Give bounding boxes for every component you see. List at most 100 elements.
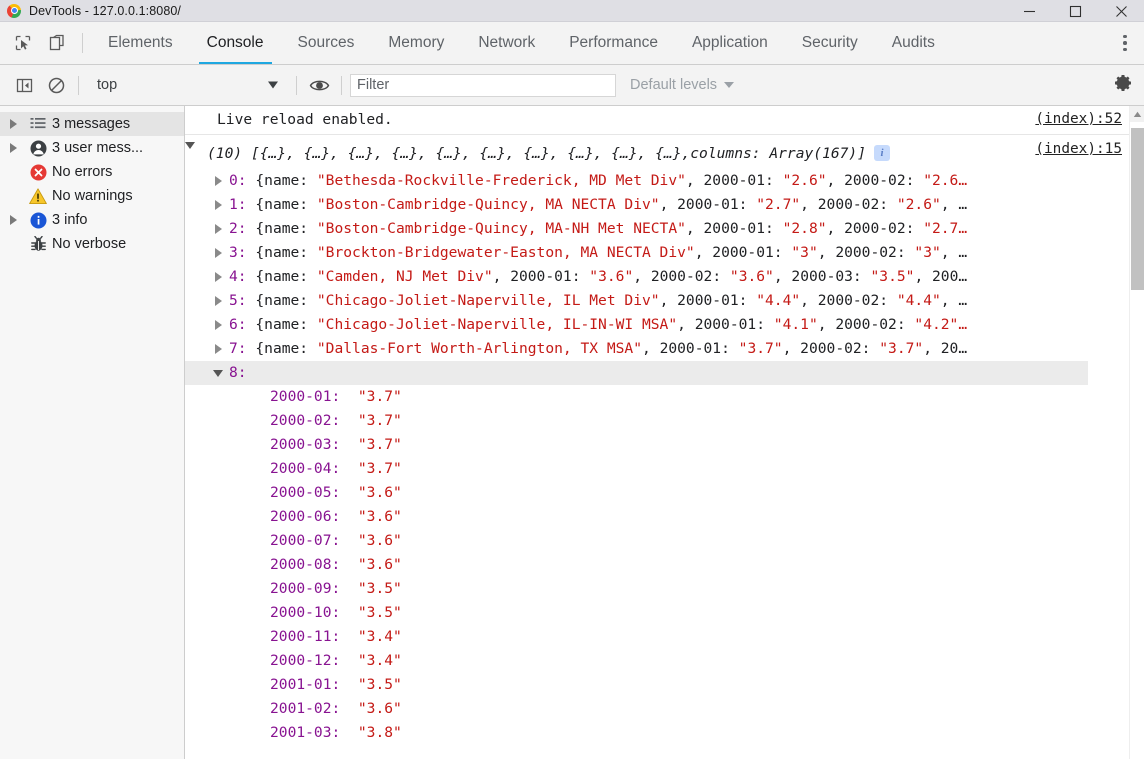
item-pair-key: 2000-02: [817,292,889,309]
object-property-row[interactable]: 2000-06: "3.6" [185,505,1144,529]
execution-context-select[interactable]: top [85,65,290,106]
property-key: 2000-10: [270,604,341,621]
chevron-down-icon [268,81,278,89]
triangle-down-icon[interactable] [207,361,229,385]
source-link[interactable]: (index):52 [1035,111,1144,127]
console-array-message-row[interactable]: (10) [{…}, {…}, {…}, {…}, {…}, {…}, {…},… [185,135,1144,745]
clear-console-icon[interactable] [40,65,72,106]
settings-button[interactable] [1112,72,1134,99]
scrollbar-thumb[interactable] [1131,128,1144,290]
property-key: 2001-01: [270,676,341,693]
tab-sources[interactable]: Sources [281,22,372,64]
object-property-row[interactable]: 2000-07: "3.6" [185,529,1144,553]
item-index: 0: [229,172,247,189]
sidebar-item-messages[interactable]: 3 messages [0,112,184,136]
object-property-row[interactable]: 2000-12: "3.4" [185,649,1144,673]
chevron-down-icon [724,82,735,88]
more-options-icon[interactable] [1106,22,1144,65]
maximize-button[interactable] [1052,0,1098,22]
expand-triangle[interactable] [207,337,229,361]
tab-performance[interactable]: Performance [552,22,675,64]
property-key: 2000-04: [270,460,341,477]
expand-triangle[interactable] [2,215,24,225]
item-name: "Camden, NJ Met Div" [316,268,493,285]
array-item-row[interactable]: 0: {name: "Bethesda-Rockville-Frederick,… [185,169,1144,193]
filterbar-divider-1 [78,75,79,95]
item-open-brace: {name: [255,244,309,261]
tab-network[interactable]: Network [461,22,552,64]
array-item-row[interactable]: 4: {name: "Camden, NJ Met Div" , 2000-01… [185,265,1144,289]
tab-elements[interactable]: Elements [91,22,190,64]
object-property-row[interactable]: 2000-11: "3.4" [185,625,1144,649]
tab-audits[interactable]: Audits [875,22,952,64]
inspect-element-icon[interactable] [6,22,40,64]
array-item-row[interactable]: 6: {name: "Chicago-Joliet-Naperville, IL… [185,313,1144,337]
property-key: 2001-02: [270,700,341,717]
expand-triangle[interactable] [2,119,24,129]
source-link[interactable]: (index):15 [1035,141,1144,157]
property-value: "3.6" [357,700,402,717]
scroll-up-arrow-icon[interactable] [1130,106,1144,122]
triangle-down-icon[interactable] [185,142,195,166]
item-pair-key: 2000-02: [817,196,889,213]
object-property-row[interactable]: 2000-10: "3.5" [185,601,1144,625]
object-property-row[interactable]: 2000-01: "3.7" [185,385,1144,409]
info-badge-icon[interactable]: i [874,145,891,161]
sidebar-item-label: No warnings [52,188,133,204]
array-item-row[interactable]: 3: {name: "Brockton-Bridgewater-Easton, … [185,241,1144,265]
tab-security[interactable]: Security [785,22,875,64]
object-property-row[interactable]: 2000-03: "3.7" [185,433,1144,457]
expand-triangle[interactable] [207,289,229,313]
sidebar-item-errors[interactable]: No errors [0,160,184,184]
object-property-row[interactable]: 2000-02: "3.7" [185,409,1144,433]
filter-input[interactable] [350,73,616,97]
array-item-row[interactable]: 5: {name: "Chicago-Joliet-Naperville, IL… [185,289,1144,313]
show-console-sidebar-icon[interactable] [8,65,40,106]
expand-triangle[interactable] [207,169,229,193]
live-expression-eye-icon[interactable] [303,65,335,106]
object-property-row[interactable]: 2001-01: "3.5" [185,673,1144,697]
object-property-row[interactable]: 2000-04: "3.7" [185,457,1144,481]
console-main: 3 messages 3 user mess... No errors No w… [0,106,1144,759]
item-pair-value: "3.6" [589,268,634,285]
expand-triangle[interactable] [207,193,229,217]
tab-application[interactable]: Application [675,22,785,64]
toggle-device-toolbar-icon[interactable] [40,22,74,64]
array-item-row[interactable]: 7: {name: "Dallas-Fort Worth-Arlington, … [185,337,1144,361]
array-item-row[interactable]: 1: {name: "Boston-Cambridge-Quincy, MA N… [185,193,1144,217]
item-pair-key: 2000-01: [703,220,774,237]
array-item-row[interactable]: 2: {name: "Boston-Cambridge-Quincy, MA-N… [185,217,1144,241]
object-property-row[interactable]: 2000-05: "3.6" [185,481,1144,505]
sidebar-item-user-messages[interactable]: 3 user mess... [0,136,184,160]
property-value: "3.8" [357,724,402,741]
property-key: 2000-12: [270,652,341,669]
tab-console[interactable]: Console [190,22,281,64]
log-levels-select[interactable]: Default levels [630,77,735,93]
sidebar-item-verbose[interactable]: No verbose [0,232,184,256]
console-output-pane[interactable]: Live reload enabled. (index):52 (10) [{…… [185,106,1144,759]
filterbar-divider-3 [341,75,342,95]
console-message-row[interactable]: Live reload enabled. (index):52 [185,106,1144,135]
execution-context-value: top [97,77,118,93]
minimize-button[interactable] [1006,0,1052,22]
sidebar-item-info[interactable]: 3 info [0,208,184,232]
object-property-row[interactable]: 2000-08: "3.6" [185,553,1144,577]
expand-triangle[interactable] [207,265,229,289]
tab-memory[interactable]: Memory [371,22,461,64]
item-name: "Boston-Cambridge-Quincy, MA NECTA Div" [316,196,660,213]
object-property-row[interactable]: 2001-03: "3.8" [185,721,1144,745]
expand-triangle[interactable] [207,217,229,241]
expand-triangle[interactable] [2,143,24,153]
console-scrollbar[interactable] [1129,106,1144,759]
array-item-row-expanded[interactable]: 8: [185,361,1088,385]
console-sidebar: 3 messages 3 user mess... No errors No w… [0,106,185,759]
object-property-row[interactable]: 2001-02: "3.6" [185,697,1144,721]
expand-triangle[interactable] [207,241,229,265]
object-property-row[interactable]: 2000-09: "3.5" [185,577,1144,601]
expand-triangle[interactable] [207,313,229,337]
sidebar-item-warnings[interactable]: No warnings [0,184,184,208]
array-preview-line[interactable]: (10) [{…}, {…}, {…}, {…}, {…}, {…}, {…},… [185,140,1144,166]
sidebar-item-label: No errors [52,164,113,180]
item-tail: , … [940,292,968,309]
close-button[interactable] [1098,0,1144,22]
